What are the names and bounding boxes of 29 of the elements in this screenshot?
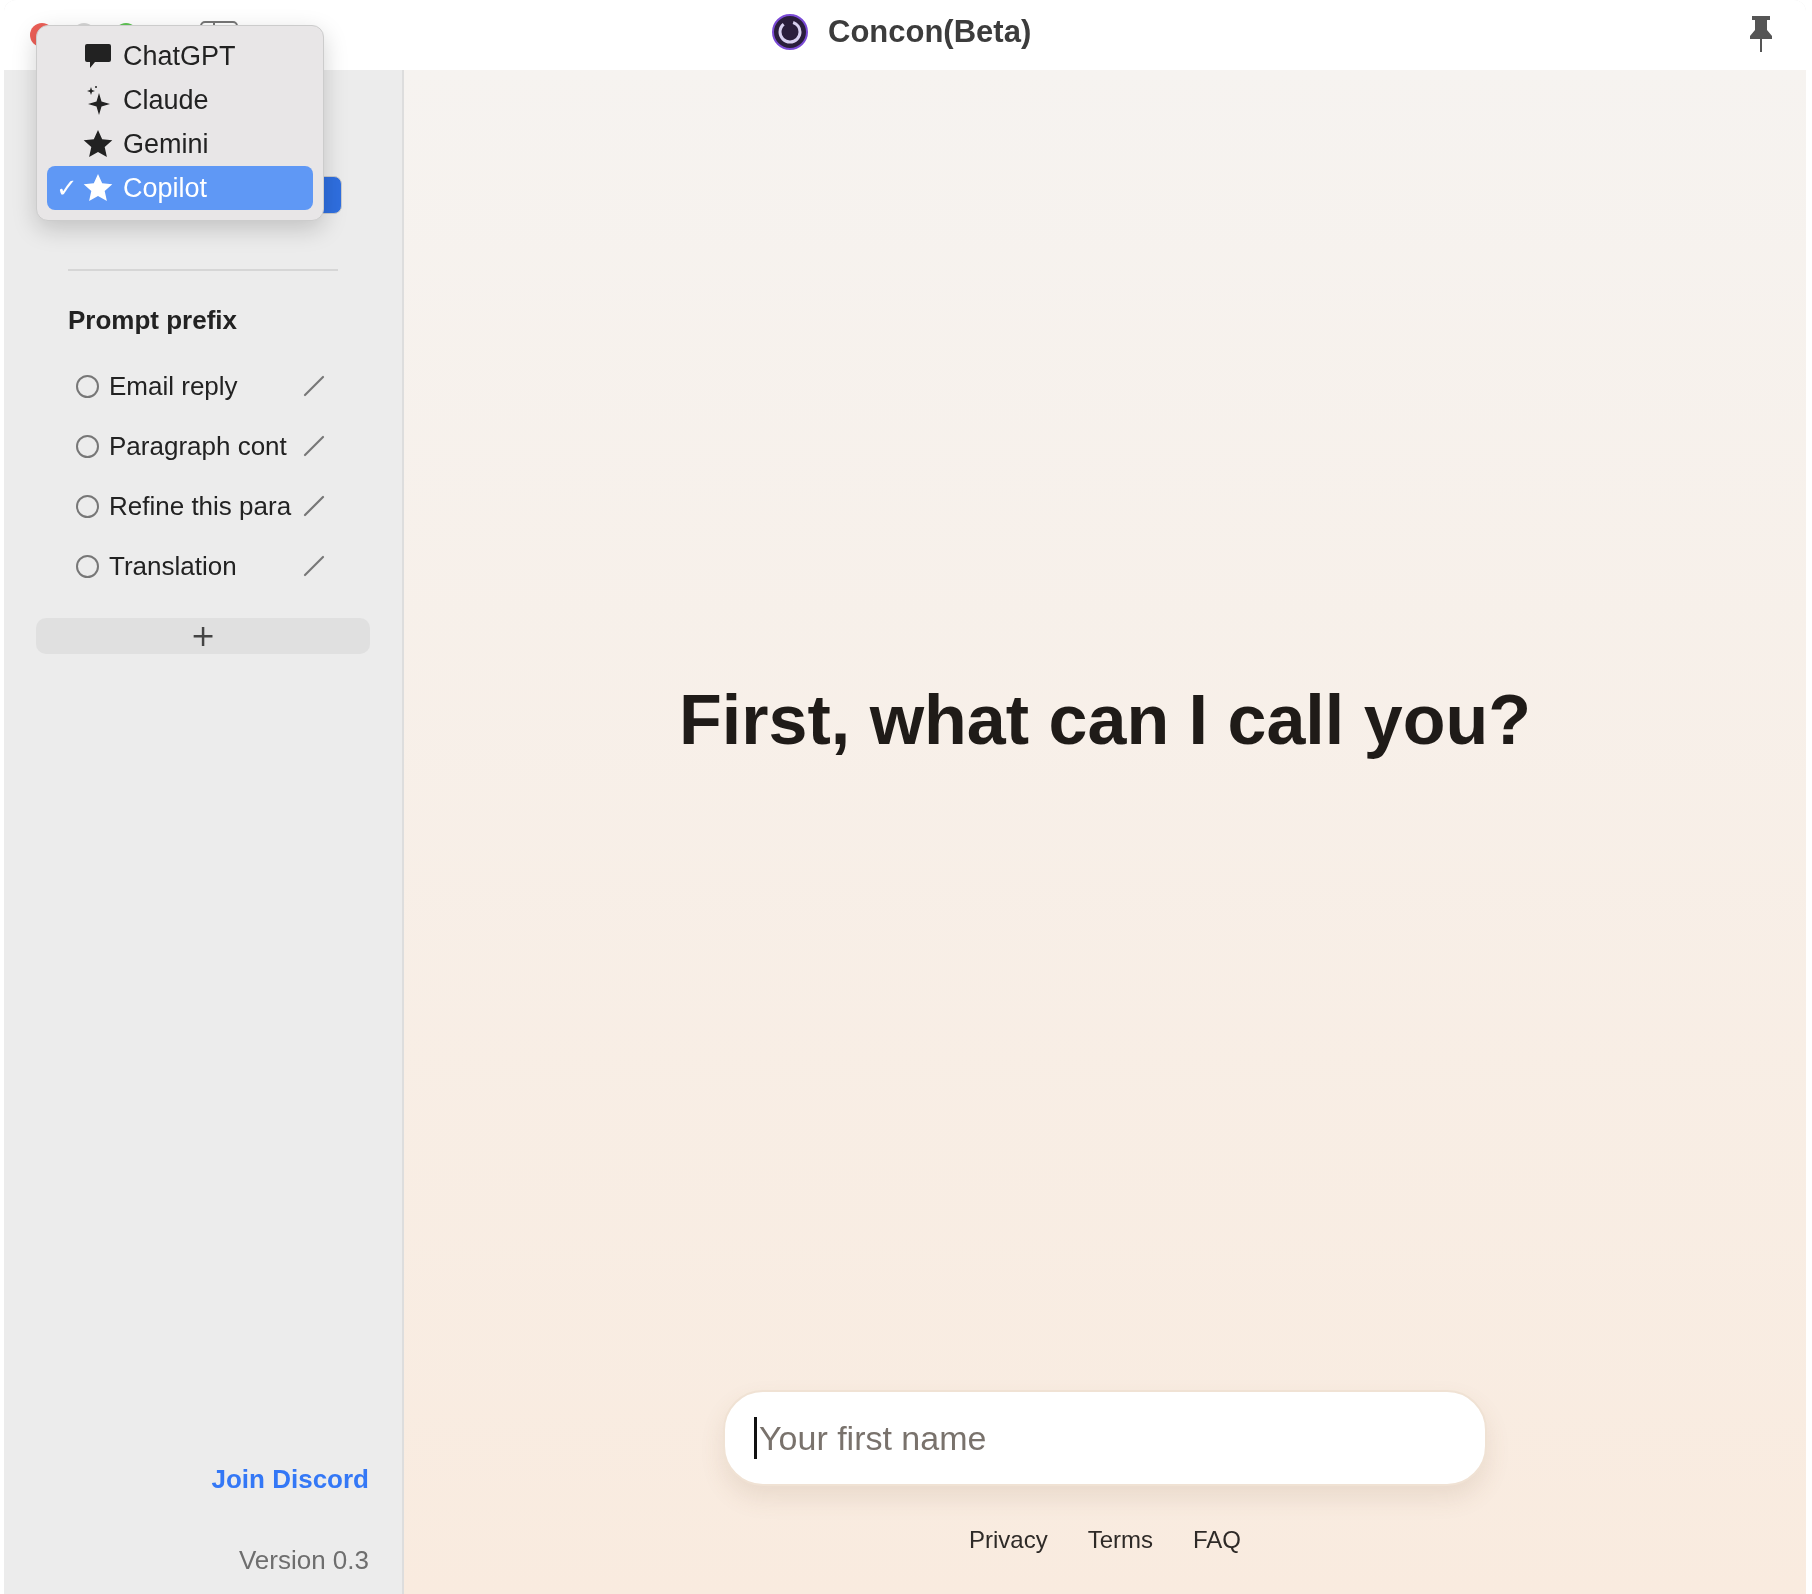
menu-item[interactable]: Gemini	[47, 122, 313, 166]
section-heading: Prompt prefix	[68, 305, 238, 336]
prefix-label: Email reply	[109, 370, 239, 402]
prefix-label: Translation	[109, 550, 238, 582]
star-icon	[83, 129, 113, 159]
main-heading: First, what can I call you?	[679, 680, 1531, 760]
edit-icon[interactable]	[303, 375, 325, 397]
version-label: Version 0.3	[238, 1545, 369, 1576]
footer-link[interactable]: Privacy	[968, 1526, 1048, 1554]
text-cursor	[754, 1417, 757, 1459]
prefix-label: Refine this para	[109, 490, 293, 522]
radio-button[interactable]	[76, 434, 99, 458]
menu-item[interactable]: ChatGPT	[47, 34, 313, 78]
checkmark: ✓	[56, 173, 78, 203]
edit-icon[interactable]	[303, 495, 325, 517]
edit-icon[interactable]	[303, 435, 325, 457]
footer-link[interactable]: FAQ	[1193, 1526, 1241, 1554]
footer-link[interactable]: Terms	[1087, 1526, 1153, 1554]
add-button[interactable]: +	[36, 618, 370, 654]
radio-button[interactable]	[76, 554, 99, 578]
window-title: Concon(Beta)	[828, 14, 1032, 50]
prefix-label: Paragraph cont	[109, 430, 288, 462]
name-input-field[interactable]: Your first name	[723, 1390, 1487, 1486]
star-icon	[83, 173, 113, 203]
edit-icon[interactable]	[303, 555, 325, 577]
radio-button[interactable]	[76, 494, 99, 518]
menu-item[interactable]: Claude	[47, 78, 313, 122]
app-logo-icon	[772, 14, 808, 50]
radio-button[interactable]	[76, 374, 99, 398]
